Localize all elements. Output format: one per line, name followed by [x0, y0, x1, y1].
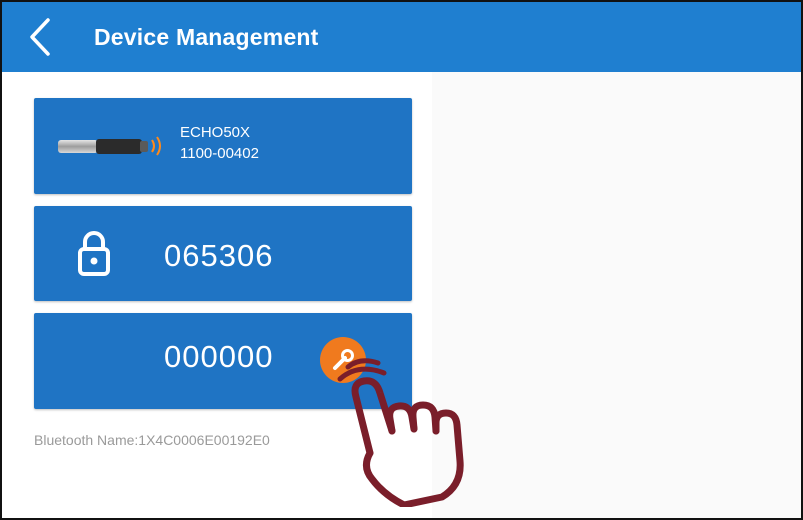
app-window: Device Management ECHO50X 1100-00402 065… [0, 0, 803, 520]
pin-tile: 065306 [34, 206, 412, 301]
code-value: 000000 [164, 339, 274, 374]
pin-value: 065306 [164, 238, 274, 273]
device-name: ECHO50X [180, 124, 251, 141]
header-bar: Device Management [2, 2, 801, 72]
device-serial: 1100-00402 [180, 145, 259, 162]
lock-icon [78, 231, 110, 276]
chevron-left-icon [30, 18, 50, 56]
wireless-probe-icon [58, 136, 161, 156]
device-tile[interactable]: ECHO50X 1100-00402 [34, 98, 412, 194]
page-title: Device Management [94, 24, 319, 50]
bluetooth-name: Bluetooth Name:1X4C0006E00192E0 [34, 432, 270, 448]
pointing-hand-icon [337, 358, 464, 507]
back-button[interactable] [20, 16, 60, 58]
